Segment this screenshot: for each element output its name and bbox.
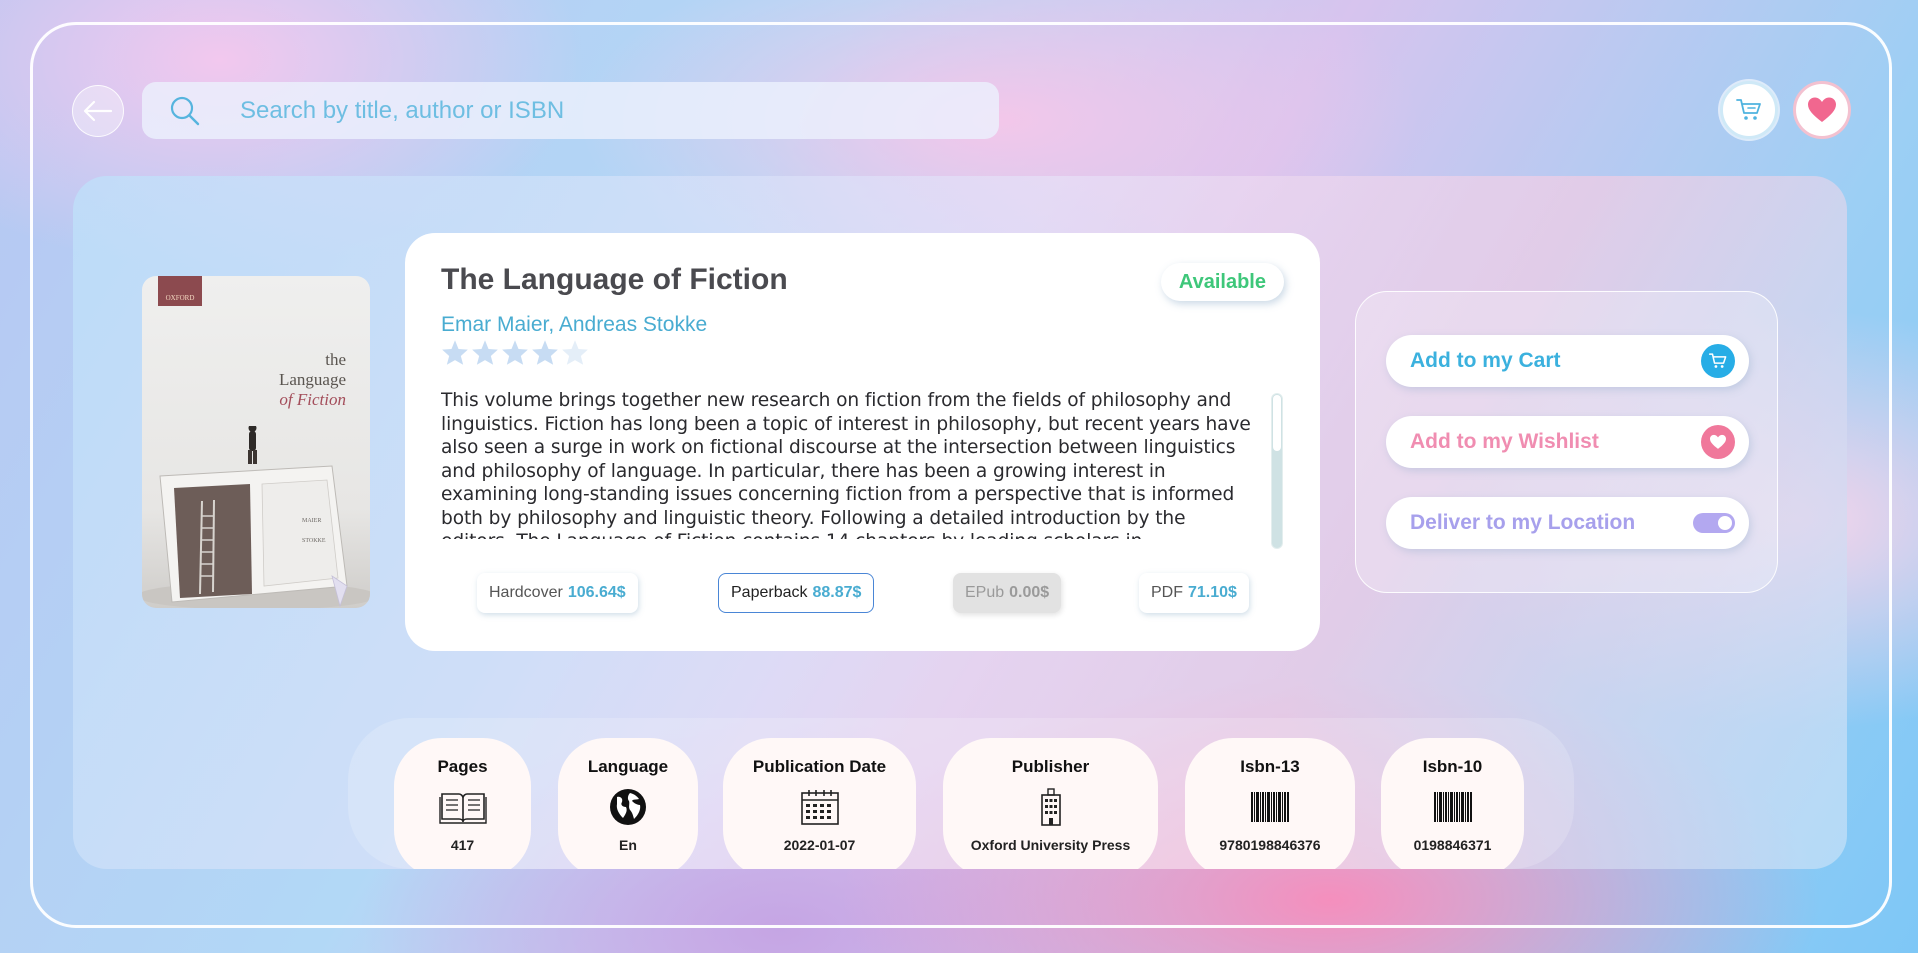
- format-name: PDF: [1151, 584, 1183, 601]
- add-to-wishlist-label: Add to my Wishlist: [1410, 430, 1599, 453]
- star-filled-icon: [532, 340, 558, 365]
- info-label: Pages: [437, 757, 488, 776]
- add-to-wishlist-button[interactable]: Add to my Wishlist: [1386, 416, 1749, 468]
- format-option-paperback[interactable]: Paperback 88.87$: [718, 573, 875, 613]
- toggle-knob: [1718, 516, 1732, 530]
- location-toggle[interactable]: [1693, 513, 1735, 533]
- info-card-isbn13: Isbn-13 9780198846376: [1185, 738, 1355, 869]
- barcode-icon: [1433, 787, 1473, 827]
- format-option-pdf[interactable]: PDF 71.10$: [1139, 573, 1249, 613]
- actions-panel: Add to my Cart Add to my Wishlist Delive…: [1355, 291, 1778, 593]
- star-filled-icon: [502, 340, 528, 365]
- search-input[interactable]: [240, 96, 940, 125]
- info-card-publication-date: Publication Date 2022-01-07: [723, 738, 916, 869]
- back-button[interactable]: [72, 85, 124, 137]
- heart-icon: [1701, 425, 1735, 459]
- info-label: Publication Date: [752, 757, 887, 776]
- format-option-hardcover[interactable]: Hardcover 106.64$: [477, 573, 638, 613]
- format-price: 71.10$: [1188, 584, 1237, 601]
- deliver-to-location-label: Deliver to my Location: [1410, 511, 1636, 534]
- info-value: 417: [450, 837, 475, 853]
- book-cover-image: OXFORD the Language of Fiction MAIER STO…: [142, 276, 370, 608]
- cover-title: the Language of Fiction: [278, 350, 346, 409]
- info-label: Language: [587, 757, 669, 776]
- description-scrollbar[interactable]: [1271, 393, 1283, 549]
- info-card-language: Language En: [558, 738, 698, 869]
- globe-icon: [608, 787, 648, 827]
- format-options: Hardcover 106.64$ Paperback 88.87$ EPub …: [405, 573, 1320, 613]
- book-title: The Language of Fiction: [441, 263, 788, 296]
- info-value: En: [619, 837, 637, 853]
- book-info-card: The Language of Fiction Available Emar M…: [405, 233, 1320, 651]
- book-description: This volume brings together new research…: [441, 390, 1251, 539]
- heart-icon: [1808, 97, 1836, 122]
- format-price: 106.64$: [567, 584, 626, 601]
- book-authors[interactable]: Emar Maier, Andreas Stokke: [441, 313, 707, 337]
- star-filled-icon: [442, 340, 468, 365]
- star-filled-icon: [472, 340, 498, 365]
- info-card-publisher: Publisher Oxford University Press: [943, 738, 1158, 869]
- info-value: Oxford University Press: [970, 837, 1131, 853]
- cart-icon: [1736, 99, 1761, 120]
- scrollbar-thumb[interactable]: [1273, 395, 1281, 451]
- info-label: Isbn-10: [1422, 757, 1483, 776]
- deliver-to-location-button[interactable]: Deliver to my Location: [1386, 497, 1749, 549]
- info-value: 2022-01-07: [783, 837, 856, 853]
- add-to-cart-button[interactable]: Add to my Cart: [1386, 335, 1749, 387]
- calendar-icon: [800, 787, 840, 827]
- open-book-icon: [438, 787, 487, 827]
- format-name: EPub: [965, 584, 1005, 601]
- info-label: Isbn-13: [1240, 757, 1300, 776]
- format-price: 88.87$: [812, 584, 862, 601]
- svg-text:MAIER: MAIER: [302, 518, 321, 524]
- search-icon: [168, 94, 202, 128]
- svg-text:STOKKE: STOKKE: [302, 538, 326, 544]
- rating-stars: [441, 339, 589, 366]
- format-option-epub[interactable]: EPub 0.00$: [953, 573, 1062, 613]
- info-card-pages: Pages 417: [394, 738, 531, 869]
- cart-icon: [1701, 344, 1735, 378]
- info-value: 0198846371: [1413, 837, 1492, 853]
- cart-button[interactable]: [1720, 81, 1778, 139]
- format-name: Hardcover: [489, 584, 563, 601]
- info-card-isbn10: Isbn-10 0198846371: [1381, 738, 1524, 869]
- format-price: 0.00$: [1009, 584, 1050, 601]
- info-value: 9780198846376: [1219, 837, 1321, 853]
- arrow-left-icon: [83, 100, 113, 122]
- publisher-badge: OXFORD: [158, 276, 202, 306]
- format-name: Paperback: [731, 584, 808, 601]
- cover-illustration: MAIER STOKKE: [142, 426, 370, 608]
- favorites-button[interactable]: [1793, 81, 1851, 139]
- barcode-icon: [1250, 787, 1290, 827]
- star-empty-icon: [562, 340, 588, 365]
- info-label: Publisher: [1011, 757, 1090, 776]
- book-info-strip: Pages 417 Language En Publication Date 2…: [348, 718, 1574, 869]
- add-to-cart-label: Add to my Cart: [1410, 349, 1561, 372]
- building-icon: [1039, 787, 1063, 827]
- search-bar[interactable]: [142, 82, 999, 139]
- availability-badge: Available: [1160, 263, 1284, 301]
